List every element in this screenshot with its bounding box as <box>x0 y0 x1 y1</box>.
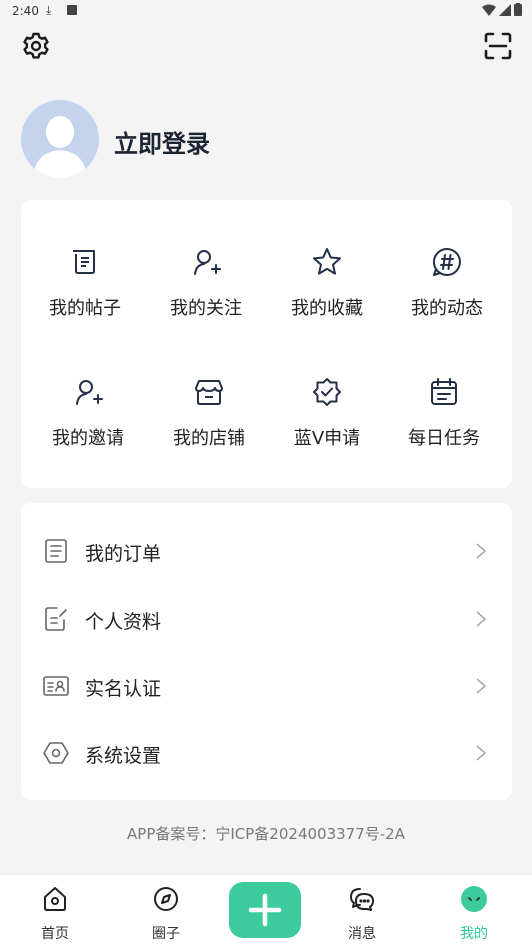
plus-icon <box>248 893 282 927</box>
store-icon <box>193 376 225 408</box>
chevron-right-icon <box>476 611 487 627</box>
notification-icon <box>67 5 77 15</box>
download-icon: ⤓ <box>46 3 52 17</box>
compass-icon <box>152 885 180 913</box>
grid-item-label: 我的店铺 <box>173 428 245 449</box>
grid-item-label: 我的帖子 <box>49 298 121 319</box>
calendar-icon <box>428 376 460 408</box>
menu-row-real-name-auth[interactable]: 实名认证 <box>21 652 512 719</box>
chevron-right-icon <box>476 543 487 559</box>
hexagon-settings-icon <box>43 740 69 766</box>
tab-mine[interactable]: 我的 <box>434 875 514 945</box>
menu-list-card: 我的订单 个人资料 实名认证 系统设置 <box>21 503 512 800</box>
order-icon <box>43 538 69 564</box>
signal-icon <box>499 3 511 16</box>
tab-label: 圈子 <box>152 926 180 942</box>
avatar[interactable] <box>21 100 99 178</box>
mine-face-icon <box>460 885 488 913</box>
follow-icon <box>190 246 222 278</box>
menu-row-label: 个人资料 <box>85 611 162 633</box>
menu-row-label: 系统设置 <box>85 745 162 767</box>
quick-actions-card: 我的帖子 我的关注 我的收藏 我的动态 我的邀请 我的店铺 蓝V申请 每日任务 <box>21 200 512 488</box>
tab-messages[interactable]: 消息 <box>322 875 402 945</box>
tab-circle[interactable]: 圈子 <box>126 875 206 945</box>
grid-item-label: 蓝V申请 <box>293 428 361 449</box>
profile-edit-icon <box>43 606 69 632</box>
settings-gear-icon[interactable] <box>20 30 52 62</box>
tab-label: 首页 <box>41 926 69 942</box>
hashtag-icon <box>431 246 463 278</box>
scan-icon[interactable] <box>482 30 514 62</box>
invite-icon <box>72 376 104 408</box>
verified-badge-icon <box>311 376 343 408</box>
grid-item-my-store[interactable]: 我的店铺 <box>149 376 269 466</box>
id-card-icon <box>43 673 69 699</box>
grid-item-label: 每日任务 <box>408 428 480 449</box>
grid-item-label: 我的邀请 <box>52 428 124 449</box>
system-icons <box>482 3 522 16</box>
menu-row-my-orders[interactable]: 我的订单 <box>21 517 512 584</box>
chevron-right-icon <box>476 745 487 761</box>
battery-icon <box>514 3 522 16</box>
menu-row-label: 实名认证 <box>85 678 162 700</box>
home-icon <box>41 885 69 913</box>
grid-item-label: 我的动态 <box>411 298 483 319</box>
grid-item-label: 我的收藏 <box>291 298 363 319</box>
star-icon <box>311 246 343 278</box>
tab-home[interactable]: 首页 <box>15 875 95 945</box>
chevron-right-icon <box>476 678 487 694</box>
grid-item-label: 我的关注 <box>170 298 242 319</box>
grid-item-my-favorites[interactable]: 我的收藏 <box>267 246 387 336</box>
grid-item-my-invites[interactable]: 我的邀请 <box>28 376 148 466</box>
grid-item-my-follows[interactable]: 我的关注 <box>146 246 266 336</box>
wifi-icon <box>482 4 496 16</box>
posts-icon <box>69 246 101 278</box>
status-time: 2:40 <box>12 4 39 18</box>
menu-row-label: 我的订单 <box>85 543 162 565</box>
tab-label: 我的 <box>460 926 488 942</box>
chat-icon <box>348 885 376 913</box>
menu-row-system-settings[interactable]: 系统设置 <box>21 719 512 786</box>
grid-item-my-posts[interactable]: 我的帖子 <box>25 246 145 336</box>
menu-row-profile[interactable]: 个人资料 <box>21 585 512 652</box>
grid-item-daily-tasks[interactable]: 每日任务 <box>384 376 504 466</box>
status-bar: 2:40 ⤓ <box>0 0 532 22</box>
grid-item-blue-v-apply[interactable]: 蓝V申请 <box>267 376 387 466</box>
icp-record: APP备案号：宁ICP备2024003377号-2A <box>127 825 405 843</box>
tab-label: 消息 <box>348 926 376 942</box>
grid-item-my-activity[interactable]: 我的动态 <box>387 246 507 336</box>
publish-button[interactable] <box>229 882 301 938</box>
login-title[interactable]: 立即登录 <box>114 124 210 159</box>
